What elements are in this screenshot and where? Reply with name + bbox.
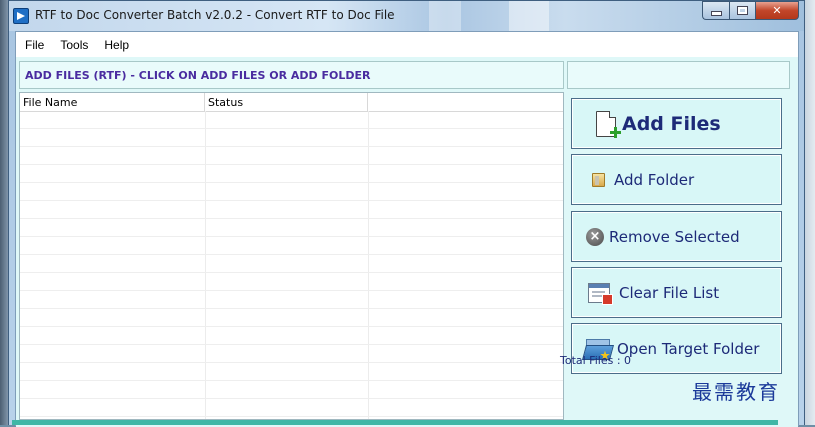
file-list-header: File Name Status xyxy=(20,93,563,112)
open-target-folder-label: Open Target Folder xyxy=(617,339,760,358)
actions-panel-header xyxy=(567,61,790,89)
watermark-text: 最需教育 xyxy=(692,380,780,404)
file-panel-header: ADD FILES (RTF) - CLICK ON ADD FILES OR … xyxy=(19,61,564,89)
file-list-rows[interactable] xyxy=(20,111,563,419)
status-strip xyxy=(12,420,778,425)
clear-file-list-button[interactable]: Clear File List xyxy=(571,267,782,318)
remove-icon: × xyxy=(586,227,604,246)
add-files-button[interactable]: Add Files xyxy=(571,98,782,149)
list-row-divider xyxy=(20,272,563,273)
list-row-divider xyxy=(20,128,563,129)
column-status[interactable]: Status xyxy=(205,93,368,111)
maximize-icon xyxy=(737,6,748,15)
list-row-divider xyxy=(20,416,563,417)
title-bar[interactable]: RTF to Doc Converter Batch v2.0.2 - Conv… xyxy=(9,1,804,31)
add-folder-button[interactable]: Add Folder xyxy=(571,154,782,205)
minimize-button[interactable] xyxy=(702,1,729,20)
add-file-icon xyxy=(596,110,621,138)
remove-selected-label: Remove Selected xyxy=(609,227,740,246)
folder-icon xyxy=(592,172,605,187)
remove-selected-button[interactable]: × Remove Selected xyxy=(571,211,782,262)
list-row-divider xyxy=(20,290,563,291)
list-row-divider xyxy=(20,164,563,165)
list-row-divider xyxy=(20,182,563,183)
menu-help[interactable]: Help xyxy=(96,38,137,52)
title-glass-highlight xyxy=(509,1,549,31)
main-content: ADD FILES (RTF) - CLICK ON ADD FILES OR … xyxy=(16,57,798,427)
menu-file[interactable]: File xyxy=(16,38,52,52)
list-row-divider xyxy=(20,308,563,309)
client-area: File Tools Help ADD FILES (RTF) - CLICK … xyxy=(15,31,799,427)
app-icon[interactable] xyxy=(13,8,29,24)
clear-file-list-label: Clear File List xyxy=(619,283,720,302)
maximize-button[interactable] xyxy=(729,1,755,20)
add-folder-label: Add Folder xyxy=(614,170,695,189)
list-row-divider xyxy=(20,254,563,255)
list-row-divider xyxy=(20,218,563,219)
list-row-divider xyxy=(20,380,563,381)
list-row-divider xyxy=(20,326,563,327)
window-title: RTF to Doc Converter Batch v2.0.2 - Conv… xyxy=(35,8,395,22)
add-files-label: Add Files xyxy=(622,112,721,135)
window-controls: ✕ xyxy=(702,1,799,20)
list-row-divider xyxy=(20,200,563,201)
list-row-divider xyxy=(20,236,563,237)
close-button[interactable]: ✕ xyxy=(755,1,799,20)
list-row-divider xyxy=(20,362,563,363)
menu-bar: File Tools Help xyxy=(16,32,798,57)
menu-tools[interactable]: Tools xyxy=(52,38,96,52)
list-row-divider xyxy=(20,398,563,399)
title-glass-highlight xyxy=(429,1,461,31)
column-divider xyxy=(205,111,206,419)
minimize-icon xyxy=(710,11,722,16)
list-row-divider xyxy=(20,344,563,345)
clear-list-icon xyxy=(588,282,613,305)
column-divider xyxy=(368,111,369,419)
close-icon: ✕ xyxy=(772,4,782,17)
column-extra[interactable] xyxy=(368,93,563,111)
total-files-count: Total Files : 0 xyxy=(560,354,632,367)
app-window: RTF to Doc Converter Batch v2.0.2 - Conv… xyxy=(8,0,805,427)
list-row-divider xyxy=(20,146,563,147)
file-list[interactable]: File Name Status xyxy=(19,92,564,420)
column-file-name[interactable]: File Name xyxy=(20,93,205,111)
